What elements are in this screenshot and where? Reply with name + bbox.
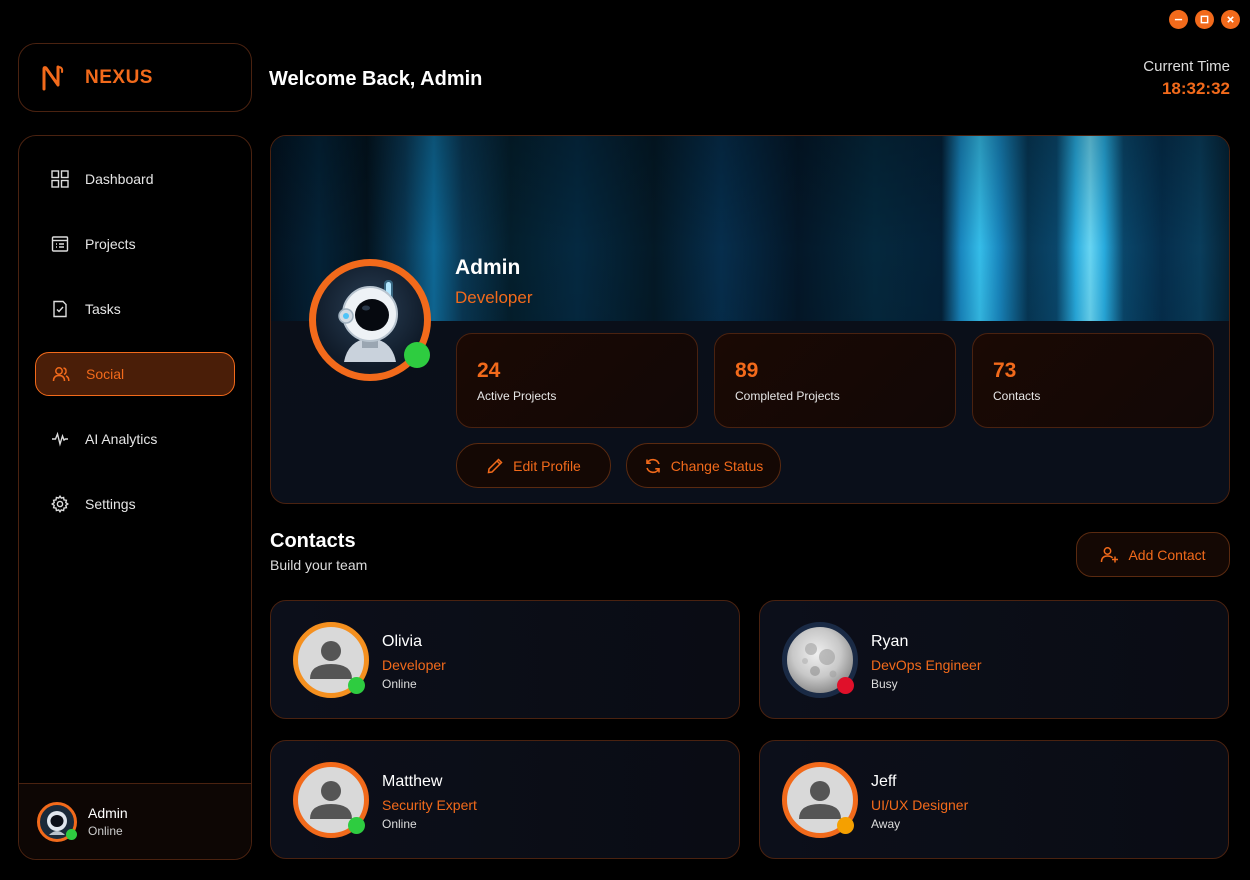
change-status-button[interactable]: Change Status	[626, 443, 781, 488]
close-button[interactable]	[1221, 10, 1240, 29]
contact-status: Away	[871, 817, 901, 831]
window-controls	[1169, 10, 1240, 29]
online-status-dot	[404, 342, 430, 368]
checklist-icon	[53, 300, 67, 318]
sidebar: Dashboard Projects Tasks Social AI Analy…	[18, 135, 252, 860]
stat-value: 73	[993, 359, 1017, 382]
profile-name: Admin	[455, 256, 521, 279]
profile-card: Admin Developer 24 Active Projects 89 Co…	[270, 135, 1230, 504]
logo-box: NEXUS	[18, 43, 252, 112]
users-icon	[52, 367, 70, 382]
current-time: Current Time 18:32:32	[1143, 58, 1230, 99]
add-user-icon	[1101, 547, 1119, 563]
sidebar-item-label: Settings	[85, 496, 136, 512]
minimize-button[interactable]	[1169, 10, 1188, 29]
time-value: 18:32:32	[1161, 79, 1230, 98]
nexus-logo-icon	[42, 65, 64, 90]
sidebar-item-social[interactable]: Social	[35, 352, 235, 396]
stat-value: 89	[735, 359, 759, 382]
sidebar-item-dashboard[interactable]: Dashboard	[35, 157, 235, 201]
grid-icon	[51, 170, 69, 188]
profile-avatar[interactable]	[309, 259, 431, 381]
edit-profile-label: Edit Profile	[513, 457, 581, 474]
page-title: Welcome Back, Admin	[269, 68, 483, 90]
sidebar-user-card[interactable]: Admin Online	[19, 783, 251, 859]
refresh-icon	[645, 458, 660, 473]
gear-icon	[51, 495, 69, 513]
minimize-icon	[1174, 18, 1183, 21]
contacts-title: Contacts	[270, 530, 356, 552]
contact-status: Online	[382, 677, 417, 691]
stat-active-projects: 24 Active Projects	[456, 333, 698, 428]
sidebar-user-name: Admin	[88, 805, 128, 821]
pulse-icon	[52, 431, 68, 447]
status-dot	[837, 817, 854, 834]
sidebar-user-info: Admin Online	[88, 805, 128, 838]
stat-value: 24	[477, 359, 501, 382]
contact-status: Online	[382, 817, 417, 831]
status-dot	[837, 677, 854, 694]
contact-card[interactable]: Ryan DevOps Engineer Busy	[759, 600, 1229, 719]
status-dot	[348, 817, 365, 834]
contact-role: Developer	[382, 657, 446, 673]
maximize-button[interactable]	[1195, 10, 1214, 29]
contact-card[interactable]: Jeff UI/UX Designer Away	[759, 740, 1229, 859]
sidebar-item-label: Projects	[85, 236, 136, 252]
stat-label: Completed Projects	[735, 389, 840, 403]
sidebar-item-label: Tasks	[85, 301, 121, 317]
add-contact-button[interactable]: Add Contact	[1076, 532, 1230, 577]
sidebar-item-ai-analytics[interactable]: AI Analytics	[35, 417, 235, 461]
list-icon	[51, 236, 69, 252]
sidebar-user-status: Online	[88, 824, 123, 838]
edit-profile-button[interactable]: Edit Profile	[456, 443, 611, 488]
stat-completed-projects: 89 Completed Projects	[714, 333, 956, 428]
online-status-dot	[66, 828, 77, 840]
avatar	[37, 801, 77, 842]
sidebar-item-projects[interactable]: Projects	[35, 222, 235, 266]
stat-contacts: 73 Contacts	[972, 333, 1214, 428]
contact-card[interactable]: Matthew Security Expert Online	[270, 740, 740, 859]
close-icon	[1227, 16, 1234, 23]
time-label: Current Time	[1143, 58, 1230, 75]
contact-name: Matthew	[382, 773, 443, 790]
contact-name: Jeff	[871, 773, 897, 790]
maximize-icon	[1200, 15, 1209, 24]
profile-role: Developer	[455, 288, 533, 307]
add-contact-label: Add Contact	[1128, 546, 1206, 563]
contact-name: Ryan	[871, 633, 909, 650]
astronaut-avatar-icon	[338, 280, 398, 362]
contact-name: Olivia	[382, 633, 423, 650]
sidebar-item-settings[interactable]: Settings	[35, 482, 235, 526]
contact-card[interactable]: Olivia Developer Online	[270, 600, 740, 719]
brand-name: NEXUS	[85, 66, 153, 88]
contact-role: Security Expert	[382, 797, 477, 813]
contact-role: UI/UX Designer	[871, 797, 969, 813]
change-status-label: Change Status	[670, 457, 764, 474]
contact-status: Busy	[871, 677, 898, 691]
pencil-icon	[487, 457, 503, 473]
sidebar-item-label: AI Analytics	[85, 431, 158, 447]
contact-role: DevOps Engineer	[871, 657, 982, 673]
status-dot	[348, 677, 365, 694]
sidebar-item-tasks[interactable]: Tasks	[35, 287, 235, 331]
sidebar-item-label: Social	[86, 366, 125, 382]
contacts-subtitle: Build your team	[270, 557, 368, 573]
stat-label: Active Projects	[477, 389, 557, 403]
sidebar-item-label: Dashboard	[85, 171, 154, 187]
stat-label: Contacts	[993, 389, 1041, 403]
